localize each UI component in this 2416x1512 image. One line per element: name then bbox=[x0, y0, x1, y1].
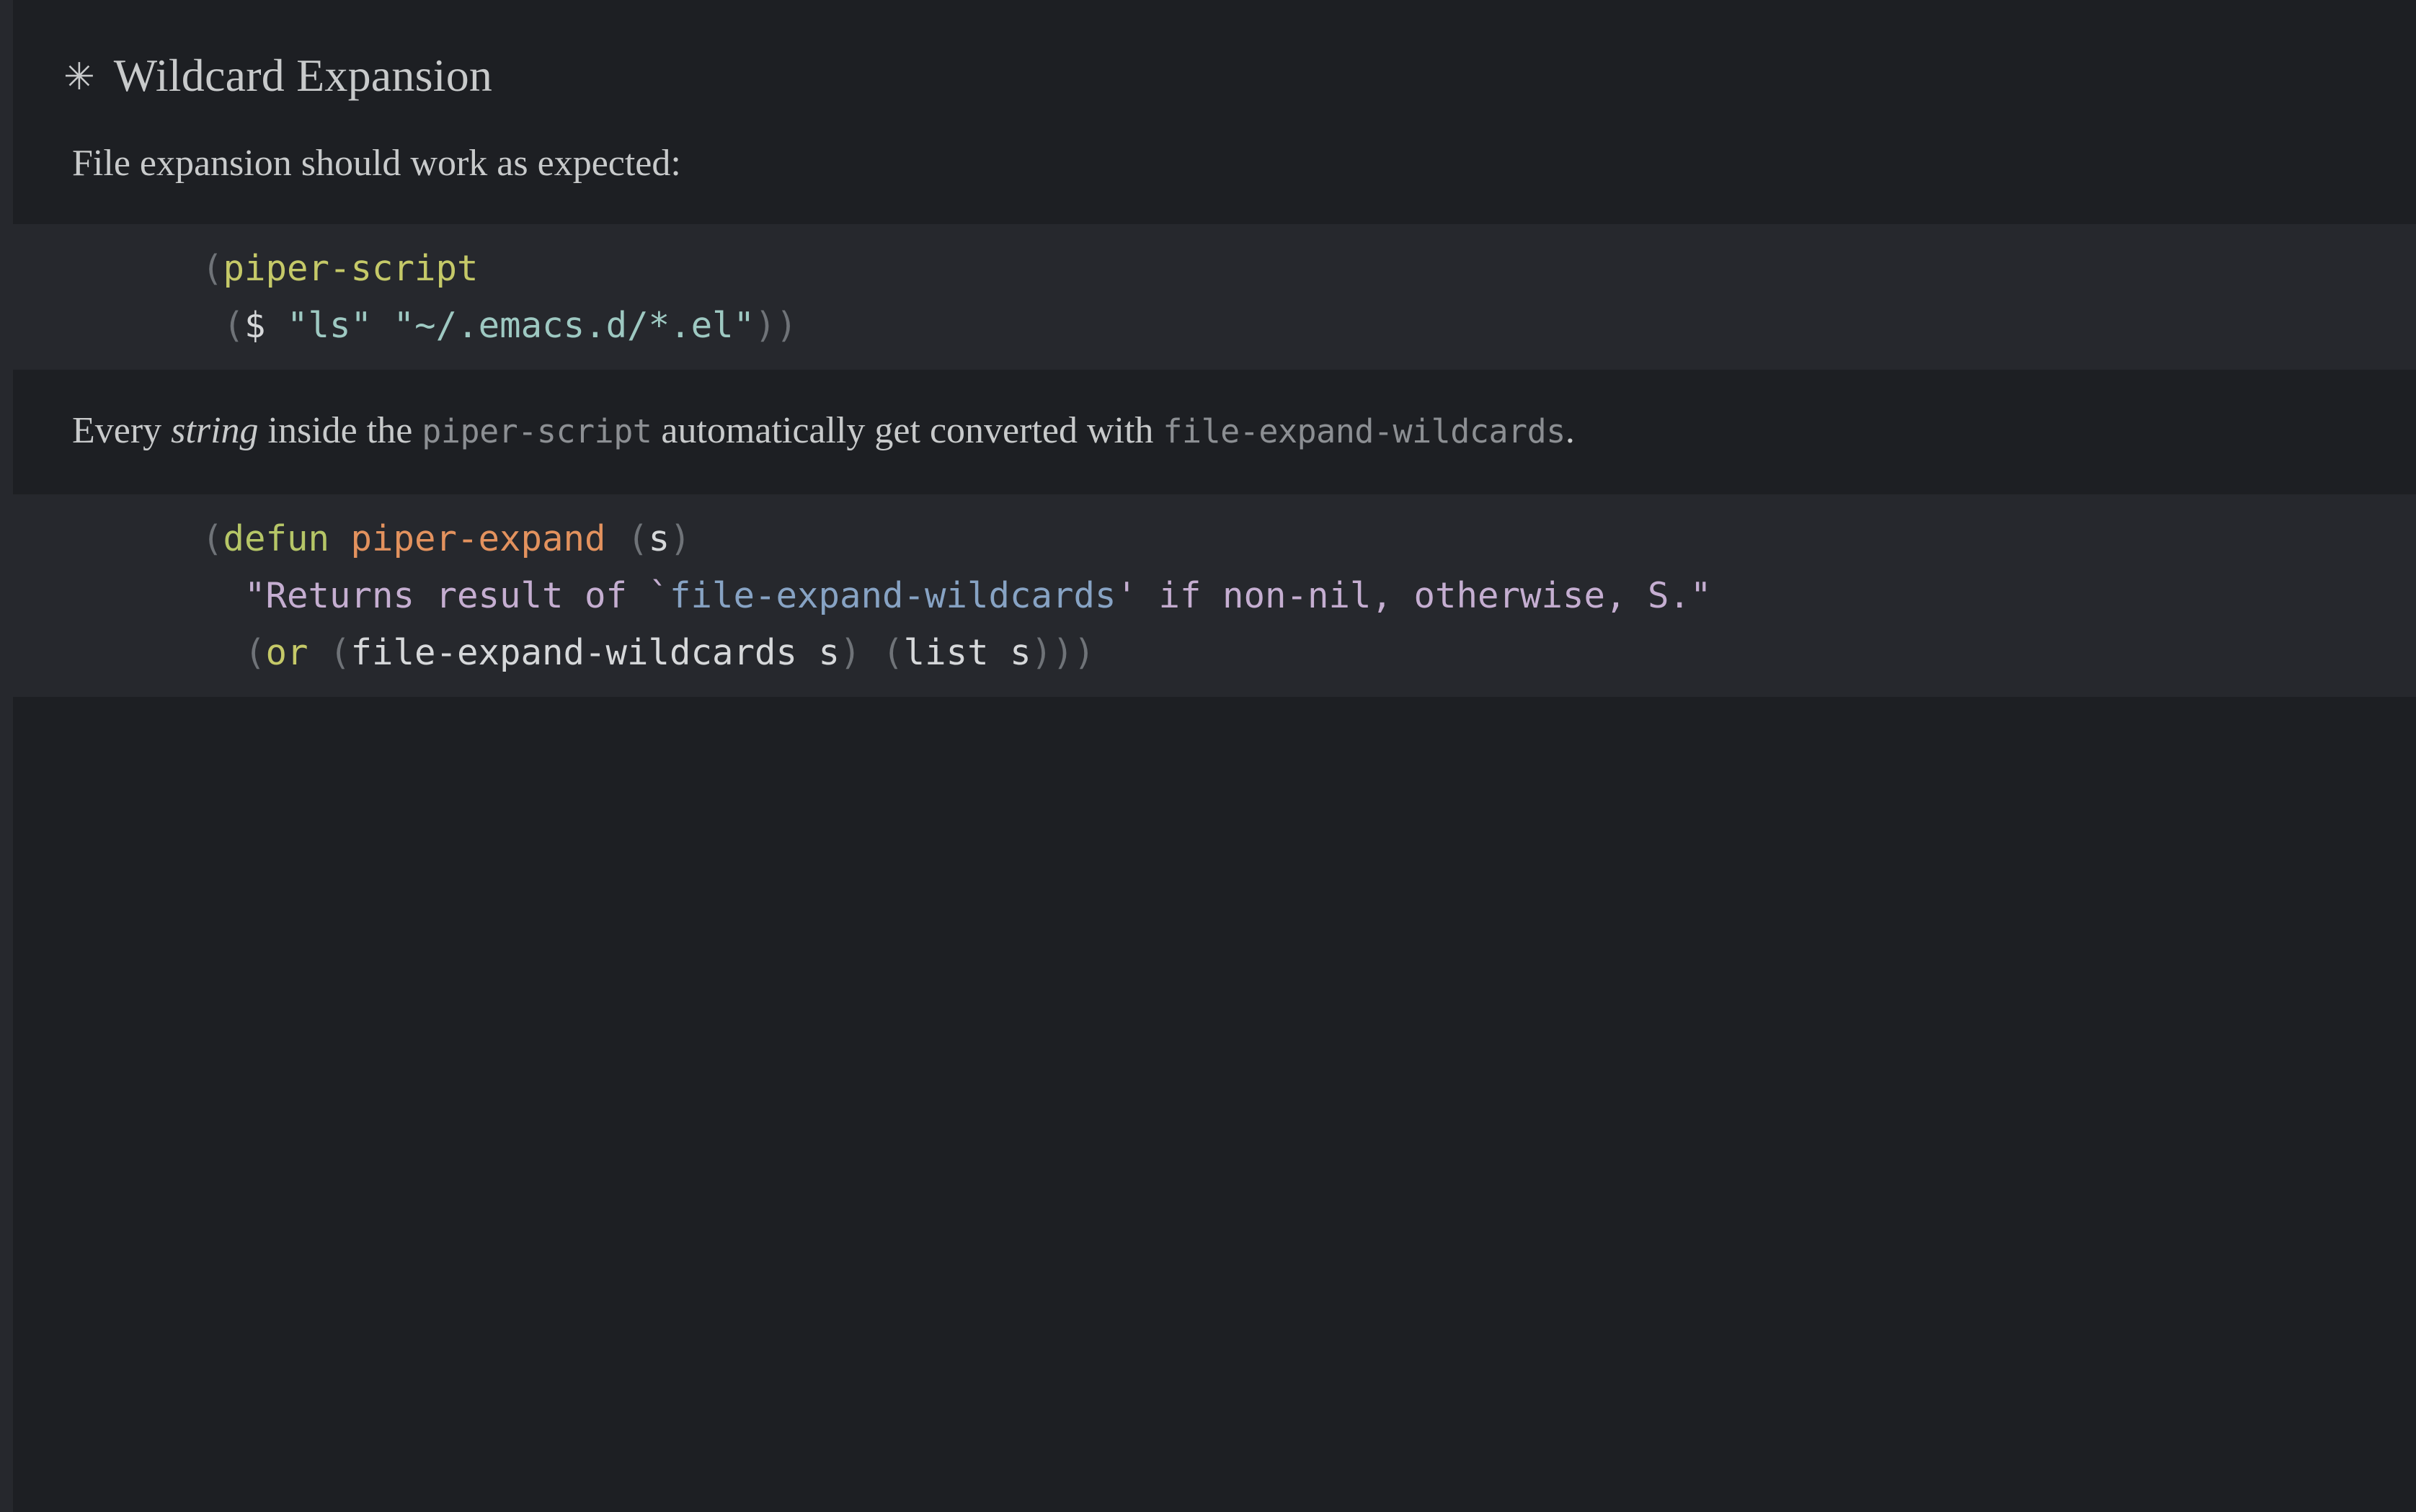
code-token: ( bbox=[202, 248, 223, 290]
code-token: "Returns result of ` bbox=[202, 575, 670, 617]
code-token: "~/.emacs.d/*.el" bbox=[393, 305, 755, 347]
code-token: ( bbox=[605, 518, 649, 560]
paragraph-string-expansion: Every string inside the piper-script aut… bbox=[13, 407, 2416, 454]
code-token: ))) bbox=[1031, 632, 1096, 674]
code-line: ($ "ls" "~/.emacs.d/*.el")) bbox=[13, 297, 2416, 354]
window-left-fringe bbox=[0, 0, 13, 1512]
code-token: ' if non-nil, otherwise, S." bbox=[1116, 575, 1712, 617]
code-token: ) ( bbox=[840, 632, 904, 674]
text-segment: . bbox=[1565, 410, 1575, 452]
code-token: ( bbox=[202, 305, 245, 347]
inline-code-piper-script: piper-script bbox=[422, 412, 652, 451]
text-segment: inside the bbox=[258, 410, 422, 452]
text-segment: Every bbox=[72, 410, 172, 452]
code-token: ) bbox=[670, 518, 691, 560]
code-token: list s bbox=[903, 632, 1031, 674]
code-token: defun bbox=[223, 518, 330, 560]
code-token: ( bbox=[308, 632, 351, 674]
code-token: ( bbox=[202, 518, 223, 560]
code-token: $ bbox=[244, 305, 266, 347]
code-line: (or (file-expand-wildcards s) (list s))) bbox=[13, 624, 2416, 681]
code-line: (defun piper-expand (s) bbox=[13, 510, 2416, 567]
code-block-piper-expand[interactable]: (defun piper-expand (s) "Returns result … bbox=[13, 494, 2416, 698]
code-line: (piper-script bbox=[13, 240, 2416, 297]
paragraph-intro: File expansion should work as expected: bbox=[72, 143, 681, 184]
text-segment: automatically get converted with bbox=[652, 410, 1163, 452]
code-block-piper-script[interactable]: (piper-script ($ "ls" "~/.emacs.d/*.el")… bbox=[13, 224, 2416, 370]
code-token: s bbox=[648, 518, 670, 560]
page-title-text: Wildcard Expansion bbox=[113, 49, 493, 101]
code-token: )) bbox=[755, 305, 798, 347]
code-token: file-expand-wildcards s bbox=[350, 632, 840, 674]
code-token: file-expand-wildcards bbox=[670, 575, 1116, 617]
code-token: "ls" bbox=[287, 305, 373, 347]
eight-pointed-star-icon: ✳ bbox=[63, 55, 95, 99]
code-token: ( bbox=[202, 632, 266, 674]
text-segment-italic: string bbox=[171, 410, 259, 452]
code-token: piper-expand bbox=[350, 518, 606, 560]
code-line: "Returns result of `file-expand-wildcard… bbox=[13, 567, 2416, 624]
document-page: ✳ Wildcard Expansion File expansion shou… bbox=[13, 0, 2416, 1512]
inline-code-file-expand-wildcards: file-expand-wildcards bbox=[1163, 412, 1565, 451]
page-title: ✳ Wildcard Expansion bbox=[13, 31, 2416, 99]
code-token: or bbox=[265, 632, 308, 674]
code-token: piper-script bbox=[223, 248, 479, 290]
